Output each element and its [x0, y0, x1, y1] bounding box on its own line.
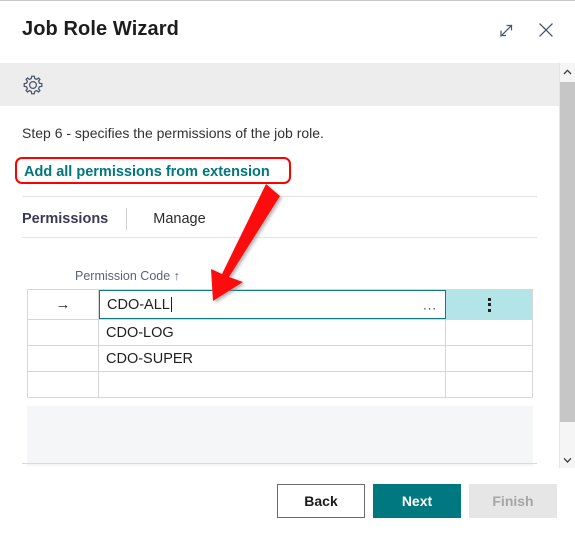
permission-code-cell[interactable]: CDO-SUPER — [99, 346, 446, 371]
back-button[interactable]: Back — [277, 484, 365, 518]
permission-code-cell[interactable]: CDO-ALL ... — [99, 290, 446, 319]
wizard-button-row: Back Next Finish — [277, 484, 557, 518]
scrollbar-thumb[interactable] — [560, 82, 575, 422]
page-title: Job Role Wizard — [22, 18, 179, 40]
row-actions-cell[interactable] — [446, 320, 532, 345]
tab-manage[interactable]: Manage — [153, 211, 205, 227]
chevron-down-icon[interactable] — [560, 451, 575, 468]
permission-code-input[interactable]: CDO-ALL ... — [99, 290, 446, 319]
chevron-up-icon[interactable] — [560, 63, 575, 80]
table-row[interactable]: → CDO-ALL ... — [27, 289, 533, 320]
dialog-toolbar — [0, 63, 559, 106]
table-row[interactable]: CDO-SUPER — [27, 346, 533, 372]
window-controls — [493, 17, 559, 43]
gear-icon[interactable] — [20, 72, 46, 98]
row-indicator — [28, 320, 99, 345]
permission-code-cell[interactable]: CDO-LOG — [99, 320, 446, 345]
more-vertical-icon[interactable] — [487, 297, 491, 312]
job-role-wizard-dialog: Job Role Wizard Step 6 - specifies the p… — [0, 0, 575, 538]
row-actions-cell[interactable] — [446, 290, 532, 319]
table-row[interactable]: CDO-LOG — [27, 320, 533, 346]
tabs-bottom-divider — [22, 237, 537, 238]
column-header-permission-code[interactable]: Permission Code ↑ — [75, 269, 180, 283]
next-button[interactable]: Next — [373, 484, 461, 518]
step-description: Step 6 - specifies the permissions of th… — [22, 125, 324, 141]
expand-diagonal-icon[interactable] — [493, 17, 519, 43]
row-actions-cell[interactable] — [446, 346, 532, 371]
row-actions-cell[interactable] — [446, 372, 532, 397]
lookup-ellipsis-button[interactable]: ... — [423, 298, 437, 311]
row-indicator — [28, 372, 99, 397]
grid-footer-area — [27, 406, 533, 466]
text-caret — [170, 297, 172, 312]
tabs-top-divider — [22, 196, 537, 197]
permission-code-cell[interactable] — [99, 372, 446, 397]
table-row-empty[interactable] — [27, 372, 533, 398]
row-indicator-arrow: → — [28, 290, 99, 319]
dialog-footer: Back Next Finish — [0, 468, 575, 538]
add-all-permissions-link[interactable]: Add all permissions from extension — [24, 164, 270, 180]
permission-code-value: CDO-ALL — [107, 296, 170, 313]
finish-button: Finish — [469, 484, 557, 518]
tab-permissions[interactable]: Permissions — [22, 211, 126, 227]
close-icon[interactable] — [533, 17, 559, 43]
dialog-title-bar: Job Role Wizard — [0, 1, 575, 63]
permissions-grid: → CDO-ALL ... CDO-LOG CDO-SUPER — [27, 289, 533, 398]
tab-bar: Permissions Manage — [22, 202, 206, 236]
row-indicator — [28, 346, 99, 371]
dialog-content: Step 6 - specifies the permissions of th… — [0, 106, 559, 468]
tab-separator — [126, 208, 128, 230]
vertical-scrollbar[interactable] — [559, 63, 575, 468]
content-bottom-divider — [22, 463, 537, 464]
